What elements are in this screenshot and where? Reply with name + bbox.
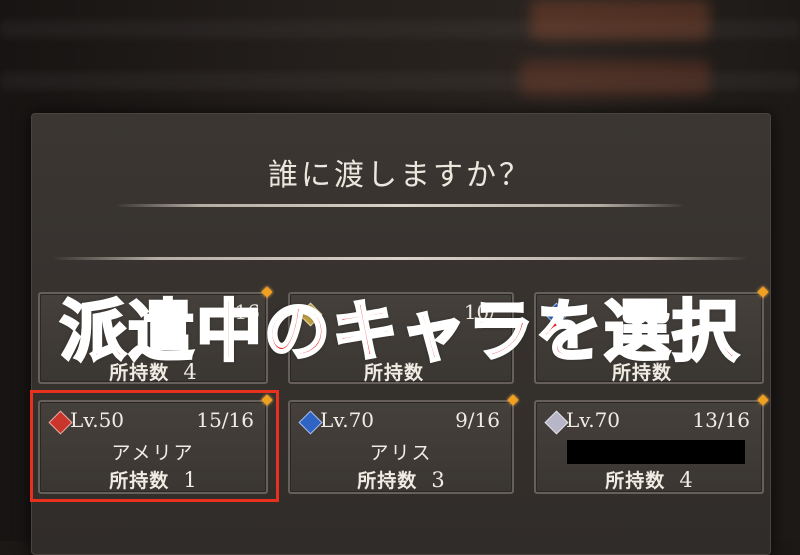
dialog-title: 誰に渡しますか？	[268, 158, 532, 193]
character-level: Lv.70	[320, 408, 375, 432]
character-card-alice[interactable]: Lv.70 9/16 アリス 所持数 3	[288, 394, 519, 494]
character-level: Lv.70	[566, 408, 621, 432]
list-divider	[52, 257, 748, 260]
background-blur-shape	[520, 60, 710, 96]
character-card-third[interactable]: Lv.70 13/16 所持数 4	[534, 394, 769, 494]
character-count: 9/16	[455, 408, 500, 432]
overlay-caption: 派遣中のキャラを選択	[59, 292, 740, 372]
character-name: アリス	[369, 442, 433, 464]
owned-value: 4	[679, 468, 693, 492]
title-divider	[115, 204, 685, 207]
background-blur-shape	[530, 0, 710, 40]
owned-value: 3	[431, 468, 445, 492]
redacted-name-bar	[567, 440, 745, 464]
owned-label: 所持数	[357, 470, 418, 492]
water-gem-icon	[298, 410, 323, 435]
light-gem-icon	[544, 410, 569, 435]
selection-highlight-frame	[30, 390, 279, 502]
character-count: 13/16	[692, 408, 750, 432]
owned-count: 所持数 4	[536, 466, 762, 493]
owned-count: 所持数 3	[290, 466, 512, 493]
owned-label: 所持数	[605, 470, 666, 492]
